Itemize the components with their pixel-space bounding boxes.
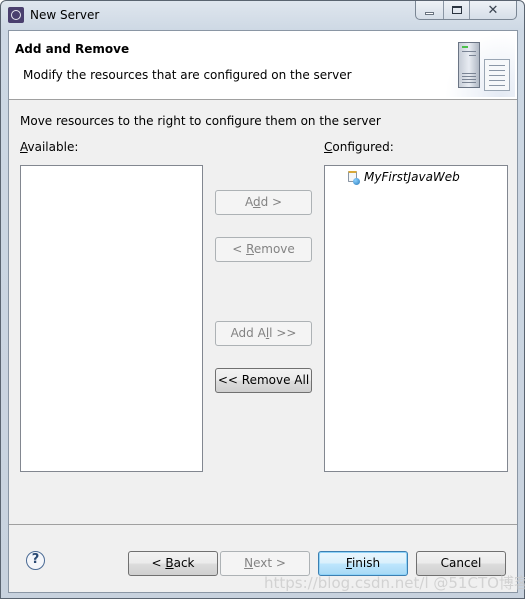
maximize-button[interactable] bbox=[444, 1, 470, 19]
available-list[interactable] bbox=[20, 165, 203, 472]
new-server-dialog: New Server ✕ Add and Remove Modify the r… bbox=[0, 0, 525, 599]
available-label: Available: bbox=[20, 140, 78, 154]
list-item-label: MyFirstJavaWeb bbox=[364, 170, 460, 184]
wizard-header: Add and Remove Modify the resources that… bbox=[9, 31, 517, 100]
instruction-text: Move resources to the right to configure… bbox=[20, 114, 381, 128]
add-button[interactable]: Add > bbox=[215, 190, 312, 215]
btn-text: ext > bbox=[253, 556, 286, 570]
eclipse-app-icon bbox=[8, 7, 24, 23]
configured-label: Configured: bbox=[324, 140, 394, 154]
page-title: Add and Remove bbox=[15, 42, 130, 56]
close-icon: ✕ bbox=[487, 2, 499, 18]
btn-text: l >> bbox=[269, 326, 297, 340]
mnemonic: N bbox=[244, 556, 254, 570]
maximize-icon bbox=[451, 6, 462, 14]
page-description: Modify the resources that are configured… bbox=[23, 68, 352, 82]
btn-text: < bbox=[151, 556, 166, 570]
add-all-button[interactable]: Add All >> bbox=[215, 321, 312, 346]
minimize-button[interactable] bbox=[416, 1, 444, 19]
next-button[interactable]: Next > bbox=[220, 551, 310, 576]
label-text: onfigured: bbox=[332, 140, 394, 154]
help-icon[interactable]: ? bbox=[26, 551, 45, 570]
minimize-icon bbox=[425, 11, 434, 15]
footer-separator bbox=[9, 524, 517, 525]
server-tower-icon bbox=[458, 42, 480, 88]
btn-text: ack bbox=[173, 556, 195, 570]
remove-button[interactable]: < Remove bbox=[215, 237, 312, 262]
web-project-icon bbox=[347, 170, 360, 185]
window-title: New Server bbox=[30, 8, 100, 22]
server-wizard-icon bbox=[445, 33, 515, 97]
btn-text: d > bbox=[260, 195, 283, 209]
mnemonic: R bbox=[246, 242, 254, 256]
label-text: vailable: bbox=[27, 140, 79, 154]
finish-button[interactable]: Finish bbox=[318, 551, 408, 576]
configured-list[interactable]: MyFirstJavaWeb bbox=[324, 165, 508, 472]
remove-all-button[interactable]: << Remove All bbox=[215, 368, 312, 393]
btn-text: emove bbox=[253, 242, 295, 256]
btn-text: < bbox=[232, 242, 247, 256]
mnemonic: A bbox=[20, 140, 28, 154]
close-button[interactable]: ✕ bbox=[470, 1, 516, 19]
mnemonic: B bbox=[165, 556, 174, 570]
btn-text: Add A bbox=[230, 326, 266, 340]
document-icon bbox=[484, 59, 510, 91]
dialog-client-area: Add and Remove Modify the resources that… bbox=[8, 30, 518, 593]
cancel-button[interactable]: Cancel bbox=[416, 551, 506, 576]
btn-text: inish bbox=[351, 556, 381, 570]
mnemonic: d bbox=[252, 195, 261, 209]
back-button[interactable]: < Back bbox=[128, 551, 218, 576]
window-controls: ✕ bbox=[415, 1, 517, 20]
list-item[interactable]: MyFirstJavaWeb bbox=[347, 170, 460, 185]
btn-text: A bbox=[244, 195, 253, 209]
